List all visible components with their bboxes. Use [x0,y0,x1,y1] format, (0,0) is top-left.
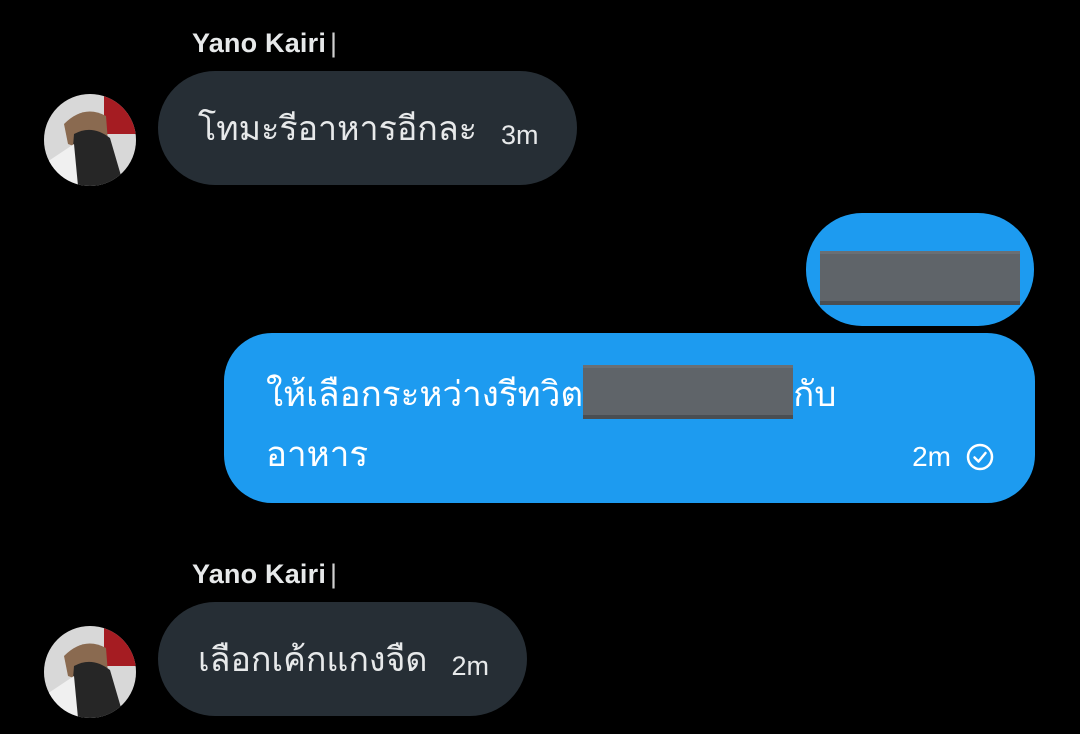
redacted-content-block [820,251,1020,305]
message-meta: 2m [912,441,995,473]
avatar-image [44,626,136,718]
incoming-message-bubble[interactable]: โทมะรีอาหารอีกละ 3m [158,71,577,185]
sender-name-text[interactable]: Yano Kairi [192,28,326,58]
incoming-message-bubble[interactable]: เลือกเค้กแกงจืด 2m [158,602,528,716]
sender-name-text[interactable]: Yano Kairi [192,559,326,589]
message-text-line-1: ให้เลือกระหว่างรีทวิต กับ [266,365,837,423]
name-separator: | [330,559,338,589]
message-timestamp: 2m [451,650,490,681]
redacted-inline-block [583,365,794,419]
message-text-line-2: อาหาร [266,435,369,475]
avatar[interactable] [44,94,136,186]
message-timestamp: 2m [912,441,951,472]
sender-name[interactable]: Yano Kairi | [192,28,337,59]
outgoing-message-bubble-redacted[interactable] [806,213,1034,326]
message-text: เลือกเค้กแกงจืด [198,640,428,680]
check-circle-icon [965,442,995,472]
avatar-image [44,94,136,186]
outgoing-message-bubble[interactable]: ให้เลือกระหว่างรีทวิต กับ อาหาร 2m [224,333,1035,503]
message-timestamp: 3m [501,119,539,150]
name-separator: | [330,28,338,58]
message-text: โทมะรีอาหารอีกละ [198,109,477,149]
avatar[interactable] [44,626,136,718]
message-text-part: กับ [793,375,837,415]
message-text-part: ให้เลือกระหว่างรีทวิต [266,375,584,415]
sender-name[interactable]: Yano Kairi | [192,559,337,590]
